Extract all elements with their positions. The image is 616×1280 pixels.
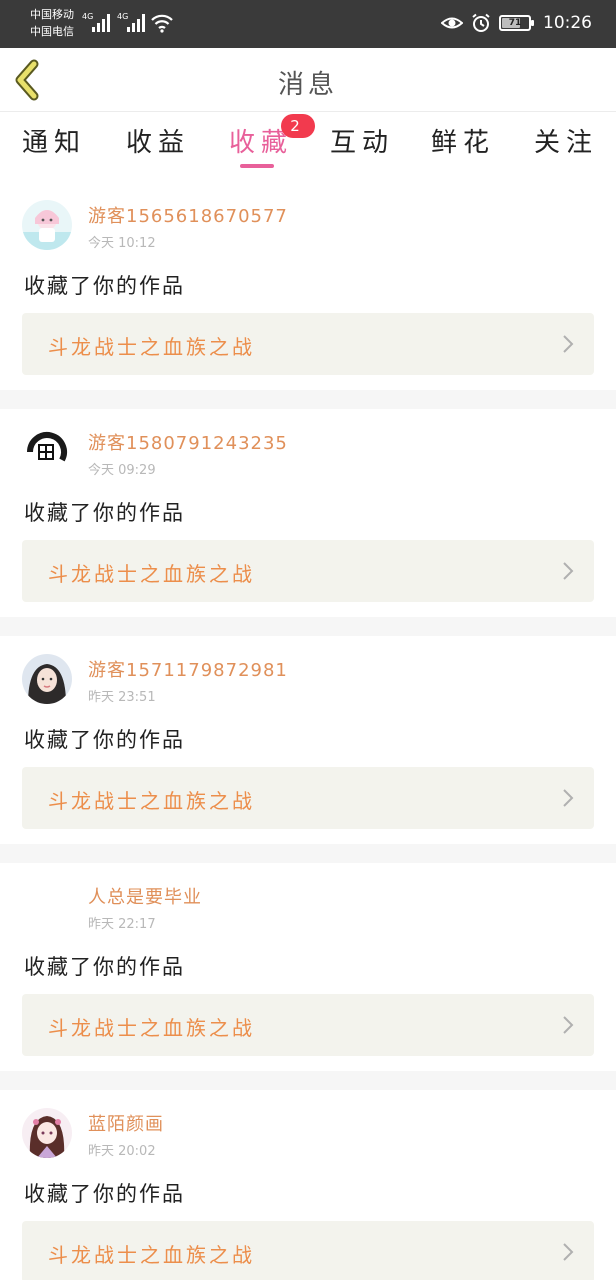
work-title: 斗龙战士之血族之战 [48,789,255,813]
work-title: 斗龙战士之血族之战 [48,1016,255,1040]
work-link[interactable]: 斗龙战士之血族之战 [22,994,594,1056]
tab-interactions[interactable]: 互动 [322,122,402,159]
list-item[interactable]: 蓝陌颜画 昨天 20:02 收藏了你的作品 斗龙战士之血族之战 [0,1090,616,1280]
username[interactable]: 游客1571179872981 [88,656,288,682]
work-title: 斗龙战士之血族之战 [48,335,255,359]
list-item[interactable]: 游客1565618670577 今天 10:12 收藏了你的作品 斗龙战士之血族… [0,182,616,390]
work-title: 斗龙战士之血族之战 [48,1243,255,1267]
eye-icon [441,17,463,29]
unread-badge: 2 [281,114,315,138]
tab-notifications[interactable]: 通知 [14,122,94,159]
timestamp: 昨天 22:17 [88,917,156,932]
chevron-right-icon [563,335,574,353]
timestamp: 昨天 20:02 [88,1144,156,1159]
list-item[interactable]: 游客1571179872981 昨天 23:51 收藏了你的作品 斗龙战士之血族… [0,636,616,844]
username[interactable]: 游客1580791243235 [88,429,288,455]
work-link[interactable]: 斗龙战士之血族之战 [22,1221,594,1280]
timestamp: 今天 09:29 [88,463,156,478]
chevron-right-icon [563,562,574,580]
message-text: 收藏了你的作品 [24,274,185,298]
alarm-icon [472,13,490,32]
tab-following[interactable]: 关注 [526,122,606,159]
message-text: 收藏了你的作品 [24,955,185,979]
timestamp: 今天 10:12 [88,236,156,251]
work-link[interactable]: 斗龙战士之血族之战 [22,313,594,375]
username[interactable]: 蓝陌颜画 [88,1110,164,1136]
wifi-icon [151,14,173,33]
chevron-right-icon [563,789,574,807]
tab-flowers[interactable]: 鲜花 [423,122,503,159]
chevron-right-icon [563,1016,574,1034]
avatar[interactable] [22,881,72,931]
tab-earnings[interactable]: 收益 [118,122,198,159]
carrier-1: 中国移动 [30,8,74,21]
list-item[interactable]: 人总是要毕业 昨天 22:17 收藏了你的作品 斗龙战士之血族之战 [0,863,616,1071]
message-text: 收藏了你的作品 [24,1182,185,1206]
tab-label: 互动 [329,128,394,158]
carrier-info: 中国移动 中国电信 [30,6,74,40]
chevron-right-icon [563,1243,574,1261]
username[interactable]: 人总是要毕业 [88,883,202,909]
status-bar: 中国移动 中国电信 4G 4G 71 10:26 [0,0,616,48]
tab-label: 鲜花 [430,128,495,158]
battery-percent: 71 [508,18,522,28]
battery-icon: 71 [499,15,534,31]
page-title: 消息 [277,70,338,100]
work-title: 斗龙战士之血族之战 [48,562,255,586]
tab-label: 收益 [125,128,190,158]
timestamp: 昨天 23:51 [88,690,156,705]
clock: 10:26 [543,13,592,33]
tab-favorites[interactable]: 收藏 2 [221,114,315,159]
message-text: 收藏了你的作品 [24,728,185,752]
list-item[interactable]: 游客1580791243235 今天 09:29 收藏了你的作品 斗龙战士之血族… [0,409,616,617]
work-link[interactable]: 斗龙战士之血族之战 [22,540,594,602]
active-tab-indicator [240,164,274,168]
tab-label: 关注 [533,128,598,158]
avatar[interactable] [22,1108,72,1158]
username[interactable]: 游客1565618670577 [88,202,288,228]
avatar[interactable] [22,427,72,477]
work-link[interactable]: 斗龙战士之血族之战 [22,767,594,829]
carrier-2: 中国电信 [30,25,74,38]
nav-bar: 消息 [0,48,616,112]
message-text: 收藏了你的作品 [24,501,185,525]
avatar[interactable] [22,654,72,704]
tab-bar: 通知 收益 收藏 2 互动 鲜花 关注 [0,112,616,182]
avatar[interactable] [22,200,72,250]
tab-label: 通知 [21,128,86,158]
